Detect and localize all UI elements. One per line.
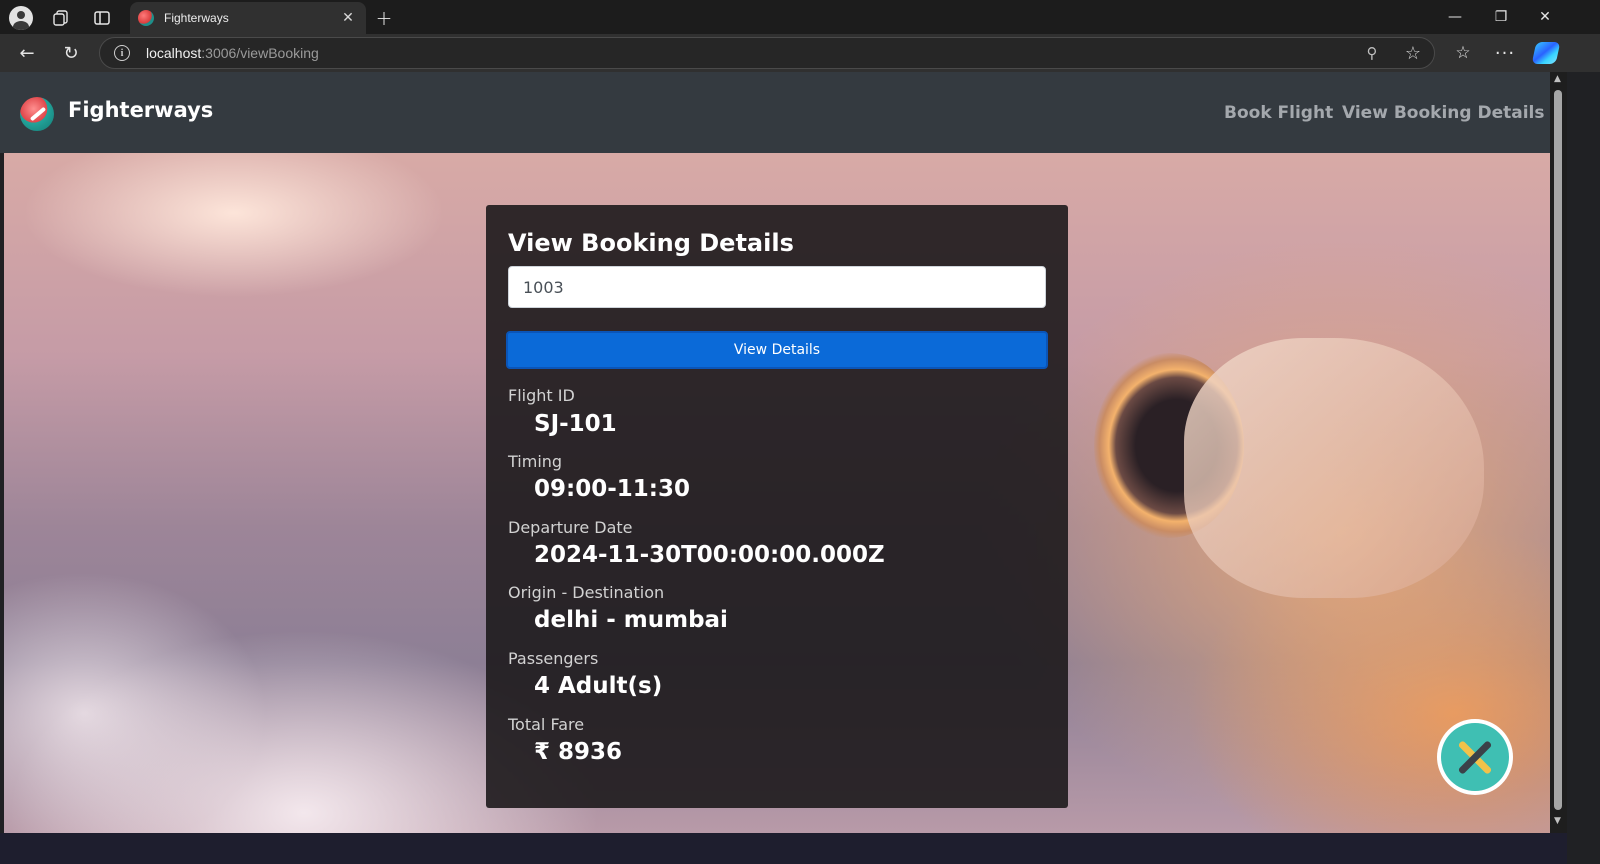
passengers-value: 4 Adult(s) (534, 673, 663, 699)
nav-view-booking-details[interactable]: View Booking Details (1342, 103, 1545, 123)
browser-tab[interactable]: Fighterways ✕ (130, 2, 366, 34)
card-title: View Booking Details (508, 229, 794, 257)
tab-title: Fighterways (164, 11, 229, 25)
url-text[interactable]: localhost:3006/viewBooking (146, 45, 319, 61)
address-bar[interactable]: i localhost:3006/viewBooking ⚲ ☆ (99, 37, 1435, 69)
scroll-up-icon[interactable]: ▲ (1554, 74, 1561, 84)
reload-icon[interactable]: ↻ (58, 40, 84, 66)
restore-button[interactable]: ❐ (1478, 0, 1524, 34)
tools-fab-button[interactable] (1437, 719, 1513, 795)
more-options-icon[interactable]: ··· (1492, 40, 1518, 66)
view-details-button[interactable]: View Details (506, 331, 1048, 369)
site-navbar: Fighterways Book Flight View Booking Det… (0, 72, 1567, 153)
timing-value: 09:00-11:30 (534, 476, 690, 502)
minimize-button[interactable]: — (1432, 0, 1478, 34)
nav-book-flight[interactable]: Book Flight (1224, 103, 1333, 123)
site-info-icon[interactable]: i (114, 45, 130, 61)
taskbar-strip (0, 833, 1567, 864)
back-icon[interactable]: ← (14, 40, 40, 66)
url-host: localhost (146, 45, 202, 61)
copilot-icon[interactable] (1531, 42, 1561, 64)
origin-destination-label: Origin - Destination (508, 583, 665, 602)
close-window-button[interactable]: ✕ (1522, 0, 1568, 34)
booking-id-input[interactable] (508, 266, 1046, 308)
total-fare-value: ₹ 8936 (534, 739, 623, 765)
booking-card: View Booking Details View Details Flight… (486, 205, 1068, 808)
passengers-label: Passengers (508, 649, 599, 668)
timing-label: Timing (508, 452, 563, 471)
tab-actions-icon[interactable] (90, 6, 114, 30)
workspaces-icon[interactable] (49, 6, 73, 30)
scroll-down-icon[interactable]: ▼ (1554, 816, 1561, 826)
url-path: :3006/viewBooking (201, 45, 319, 61)
favorite-star-icon[interactable]: ☆ (1402, 42, 1424, 64)
browser-toolbar: ← ↻ i localhost:3006/viewBooking ⚲ ☆ ☆ ·… (0, 34, 1600, 72)
departure-date-label: Departure Date (508, 518, 633, 537)
tools-icon (1441, 723, 1509, 791)
browser-tab-strip: Fighterways ✕ + — ❐ ✕ (0, 0, 1600, 34)
new-tab-icon[interactable]: + (372, 6, 396, 30)
brand-name[interactable]: Fighterways (68, 98, 213, 122)
zoom-icon[interactable]: ⚲ (1362, 43, 1382, 63)
favorites-icon[interactable]: ☆ (1450, 40, 1476, 66)
brand-logo-icon[interactable] (20, 97, 54, 131)
close-tab-icon[interactable]: ✕ (338, 8, 358, 28)
flight-id-label: Flight ID (508, 386, 575, 405)
departure-date-value: 2024-11-30T00:00:00.000Z (534, 542, 885, 568)
origin-destination-value: delhi - mumbai (534, 607, 728, 633)
page-scrollbar[interactable]: ▲ ▼ (1550, 72, 1567, 833)
favicon-icon (138, 10, 154, 26)
flight-id-value: SJ-101 (534, 411, 617, 437)
profile-icon[interactable] (9, 6, 33, 30)
page-viewport: Fighterways Book Flight View Booking Det… (0, 72, 1567, 864)
scroll-thumb[interactable] (1554, 90, 1562, 810)
total-fare-label: Total Fare (508, 715, 585, 734)
